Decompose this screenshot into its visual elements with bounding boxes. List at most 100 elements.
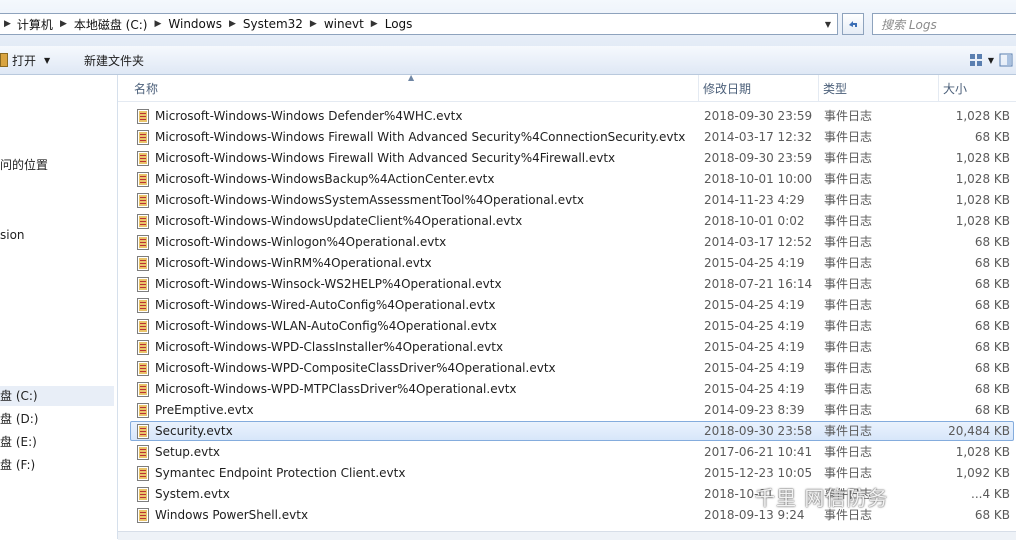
address-bar-row: ▶ 计算机 ▶ 本地磁盘 (C:) ▶ Windows ▶ System32 ▶… bbox=[0, 0, 1016, 46]
file-modified-date: 2014-03-17 12:32 bbox=[704, 130, 813, 144]
file-modified-date: 2014-11-23 4:29 bbox=[704, 193, 805, 207]
chevron-down-icon[interactable]: ▼ bbox=[988, 56, 994, 65]
file-name: Microsoft-Windows-WinRM%4Operational.evt… bbox=[155, 256, 432, 270]
file-row[interactable]: Symantec Endpoint Protection Client.evtx… bbox=[118, 463, 1016, 484]
nav-item-drive-f[interactable]: 盘 (F:) bbox=[0, 455, 35, 475]
column-header-date[interactable]: 修改日期 bbox=[698, 75, 818, 101]
event-log-file-icon bbox=[137, 277, 149, 292]
open-button[interactable]: 打开 ▼ bbox=[0, 46, 50, 74]
event-log-file-icon bbox=[137, 109, 149, 124]
file-name: Microsoft-Windows-Winsock-WS2HELP%4Opera… bbox=[155, 277, 502, 291]
file-modified-date: 2018-09-30 23:58 bbox=[704, 424, 813, 438]
file-row[interactable]: PreEmptive.evtx 2014-09-23 8:39 事件日志 68 … bbox=[118, 400, 1016, 421]
breadcrumb-drive-c[interactable]: 本地磁盘 (C:) bbox=[74, 16, 148, 33]
event-log-file-icon bbox=[137, 193, 149, 208]
event-log-file-icon bbox=[137, 298, 149, 313]
column-header-type[interactable]: 类型 bbox=[818, 75, 938, 101]
nav-item-sion[interactable]: sion bbox=[0, 225, 25, 245]
file-row[interactable]: Microsoft-Windows-WPD-CompositeClassDriv… bbox=[118, 358, 1016, 379]
breadcrumb-expand-icon[interactable]: ▶ bbox=[4, 19, 11, 29]
file-row[interactable]: Microsoft-Windows-Windows Firewall With … bbox=[118, 127, 1016, 148]
file-size: 1,092 KB bbox=[955, 466, 1010, 480]
file-list-pane: ▲ 名称 修改日期 类型 大小 Microsoft-Windows-Window… bbox=[118, 75, 1016, 539]
file-row[interactable]: Microsoft-Windows-WLAN-AutoConfig%4Opera… bbox=[118, 316, 1016, 337]
open-label: 打开 bbox=[12, 53, 37, 68]
view-controls: ▼ bbox=[968, 50, 1016, 70]
file-row[interactable]: Microsoft-Windows-Wired-AutoConfig%4Oper… bbox=[118, 295, 1016, 316]
breadcrumb-winevt[interactable]: winevt bbox=[324, 17, 364, 31]
file-modified-date: 2018-10-01 0:02 bbox=[704, 214, 805, 228]
file-size: 1,028 KB bbox=[955, 151, 1010, 165]
new-folder-button[interactable]: 新建文件夹 bbox=[84, 46, 144, 74]
file-type: 事件日志 bbox=[824, 214, 873, 228]
event-log-file-icon bbox=[137, 382, 149, 397]
event-log-file-icon bbox=[137, 403, 149, 418]
file-size: 68 KB bbox=[974, 340, 1010, 354]
file-row[interactable]: Microsoft-Windows-WindowsUpdateClient%4O… bbox=[118, 211, 1016, 232]
file-row[interactable]: Security.evtx 2018-09-30 23:58 事件日志 20,4… bbox=[118, 421, 1016, 442]
event-log-file-icon bbox=[137, 256, 149, 271]
breadcrumb-system32[interactable]: System32 bbox=[243, 17, 303, 31]
file-row[interactable]: Microsoft-Windows-Winsock-WS2HELP%4Opera… bbox=[118, 274, 1016, 295]
file-type: 事件日志 bbox=[824, 193, 873, 207]
event-log-file-icon bbox=[137, 340, 149, 355]
file-name: Microsoft-Windows-Windows Firewall With … bbox=[155, 130, 686, 144]
file-type: 事件日志 bbox=[824, 403, 873, 417]
file-row[interactable]: Microsoft-Windows-Winlogon%4Operational.… bbox=[118, 232, 1016, 253]
file-modified-date: 2015-04-25 4:19 bbox=[704, 298, 805, 312]
file-modified-date: 2018-07-21 16:14 bbox=[704, 277, 813, 291]
file-name: Microsoft-Windows-Winlogon%4Operational.… bbox=[155, 235, 447, 249]
file-type: 事件日志 bbox=[824, 151, 873, 165]
file-size: 68 KB bbox=[974, 235, 1010, 249]
file-row[interactable]: Microsoft-Windows-Windows Firewall With … bbox=[118, 148, 1016, 169]
file-type: 事件日志 bbox=[824, 298, 873, 312]
breadcrumb-windows[interactable]: Windows bbox=[168, 17, 222, 31]
event-log-file-icon bbox=[137, 508, 149, 523]
file-row[interactable]: Microsoft-Windows-WPD-MTPClassDriver%4Op… bbox=[118, 379, 1016, 400]
address-bar[interactable]: ▶ 计算机 ▶ 本地磁盘 (C:) ▶ Windows ▶ System32 ▶… bbox=[0, 13, 838, 35]
breadcrumb-separator-icon[interactable]: ▶ bbox=[60, 19, 67, 29]
file-modified-date: 2015-04-25 4:19 bbox=[704, 340, 805, 354]
file-modified-date: 2018-09-30 23:59 bbox=[704, 151, 813, 165]
refresh-icon bbox=[849, 21, 857, 27]
file-modified-date: 2014-09-23 8:39 bbox=[704, 403, 805, 417]
nav-item-drive-e[interactable]: 盘 (E:) bbox=[0, 432, 37, 452]
breadcrumb-separator-icon[interactable]: ▶ bbox=[371, 19, 378, 29]
file-row[interactable]: Microsoft-Windows-WinRM%4Operational.evt… bbox=[118, 253, 1016, 274]
file-row[interactable]: Microsoft-Windows-WindowsSystemAssessmen… bbox=[118, 190, 1016, 211]
preview-pane-icon[interactable] bbox=[998, 53, 1016, 67]
file-row[interactable]: Microsoft-Windows-WPD-ClassInstaller%4Op… bbox=[118, 337, 1016, 358]
refresh-button[interactable] bbox=[842, 13, 864, 35]
column-header-name[interactable]: 名称 bbox=[130, 75, 698, 101]
breadcrumb-logs[interactable]: Logs bbox=[385, 17, 413, 31]
search-input[interactable]: 搜索 Logs bbox=[872, 13, 1016, 35]
file-row[interactable]: Setup.evtx 2017-06-21 10:41 事件日志 1,028 K… bbox=[118, 442, 1016, 463]
chevron-down-icon[interactable]: ▼ bbox=[44, 56, 50, 65]
column-header-size[interactable]: 大小 bbox=[938, 75, 1016, 101]
file-modified-date: 2015-12-23 10:05 bbox=[704, 466, 813, 480]
breadcrumb-computer[interactable]: 计算机 bbox=[17, 16, 53, 33]
nav-item-recent-places[interactable]: 问的位置 bbox=[0, 155, 48, 175]
address-history-dropdown-icon[interactable]: ▼ bbox=[819, 14, 837, 34]
event-log-file-icon bbox=[137, 172, 149, 187]
nav-item-drive-d[interactable]: 盘 (D:) bbox=[0, 409, 38, 429]
file-name: Microsoft-Windows-Windows Firewall With … bbox=[155, 151, 616, 165]
breadcrumb-separator-icon[interactable]: ▶ bbox=[310, 19, 317, 29]
file-modified-date: 2018-10-01 10:00 bbox=[704, 172, 813, 186]
file-row[interactable]: Microsoft-Windows-WindowsBackup%4ActionC… bbox=[118, 169, 1016, 190]
file-type: 事件日志 bbox=[824, 445, 873, 459]
change-view-icon[interactable] bbox=[968, 53, 986, 67]
event-log-file-icon bbox=[137, 214, 149, 229]
file-name: Microsoft-Windows-WPD-MTPClassDriver%4Op… bbox=[155, 382, 517, 396]
file-type: 事件日志 bbox=[824, 466, 873, 480]
file-type: 事件日志 bbox=[824, 235, 873, 249]
selection-highlight bbox=[130, 421, 1014, 441]
breadcrumb-separator-icon[interactable]: ▶ bbox=[229, 19, 236, 29]
file-size: 68 KB bbox=[974, 361, 1010, 375]
breadcrumb-separator-icon[interactable]: ▶ bbox=[154, 19, 161, 29]
nav-item-drive-c[interactable]: 盘 (C:) bbox=[0, 386, 114, 406]
file-type: 事件日志 bbox=[824, 319, 873, 333]
file-row[interactable]: Microsoft-Windows-Windows Defender%4WHC.… bbox=[118, 106, 1016, 127]
file-modified-date: 2015-04-25 4:19 bbox=[704, 256, 805, 270]
file-modified-date: 2015-04-25 4:19 bbox=[704, 382, 805, 396]
